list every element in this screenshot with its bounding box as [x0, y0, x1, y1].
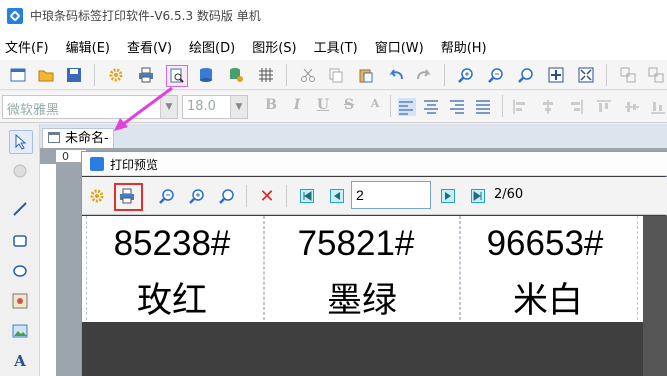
annotation-arrow [114, 86, 173, 131]
